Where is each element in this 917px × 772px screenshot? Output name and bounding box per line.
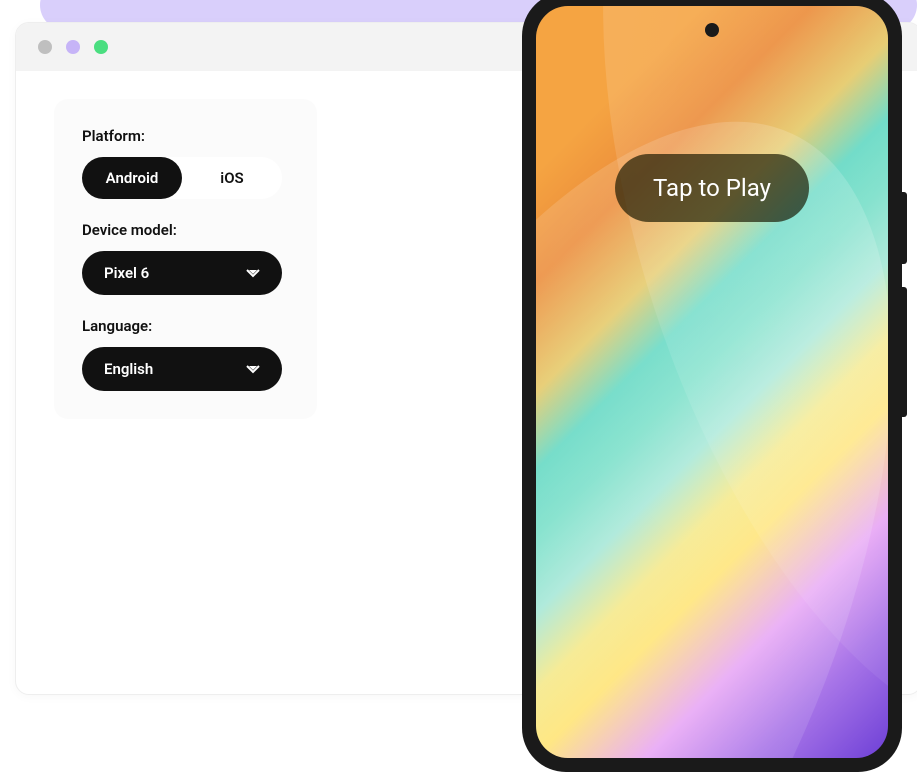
language-selected: English [104, 360, 153, 378]
wallpaper-wave [536, 6, 888, 758]
platform-option-android[interactable]: Android [82, 157, 182, 199]
platform-label: Platform: [82, 127, 289, 145]
chevron-down-icon [246, 364, 260, 374]
phone-side-button-power [902, 192, 907, 264]
settings-panel: Platform: Android iOS Device model: Pixe… [54, 99, 317, 419]
window-control-minimize[interactable] [66, 40, 80, 54]
platform-segmented-control: Android iOS [82, 157, 282, 199]
device-model-dropdown[interactable]: Pixel 6 [82, 251, 282, 295]
window-control-close[interactable] [38, 40, 52, 54]
window-control-zoom[interactable] [94, 40, 108, 54]
language-dropdown[interactable]: English [82, 347, 282, 391]
device-model-selected: Pixel 6 [104, 264, 149, 282]
device-model-label: Device model: [82, 221, 289, 239]
platform-option-ios[interactable]: iOS [182, 157, 282, 199]
phone-side-button-volume [902, 287, 907, 417]
phone-screen[interactable]: Tap to Play [536, 6, 888, 758]
tap-to-play-button[interactable]: Tap to Play [615, 154, 809, 222]
language-label: Language: [82, 317, 289, 335]
phone-mockup-frame: Tap to Play [522, 0, 902, 772]
phone-camera-notch [705, 23, 719, 37]
chevron-down-icon [246, 268, 260, 278]
